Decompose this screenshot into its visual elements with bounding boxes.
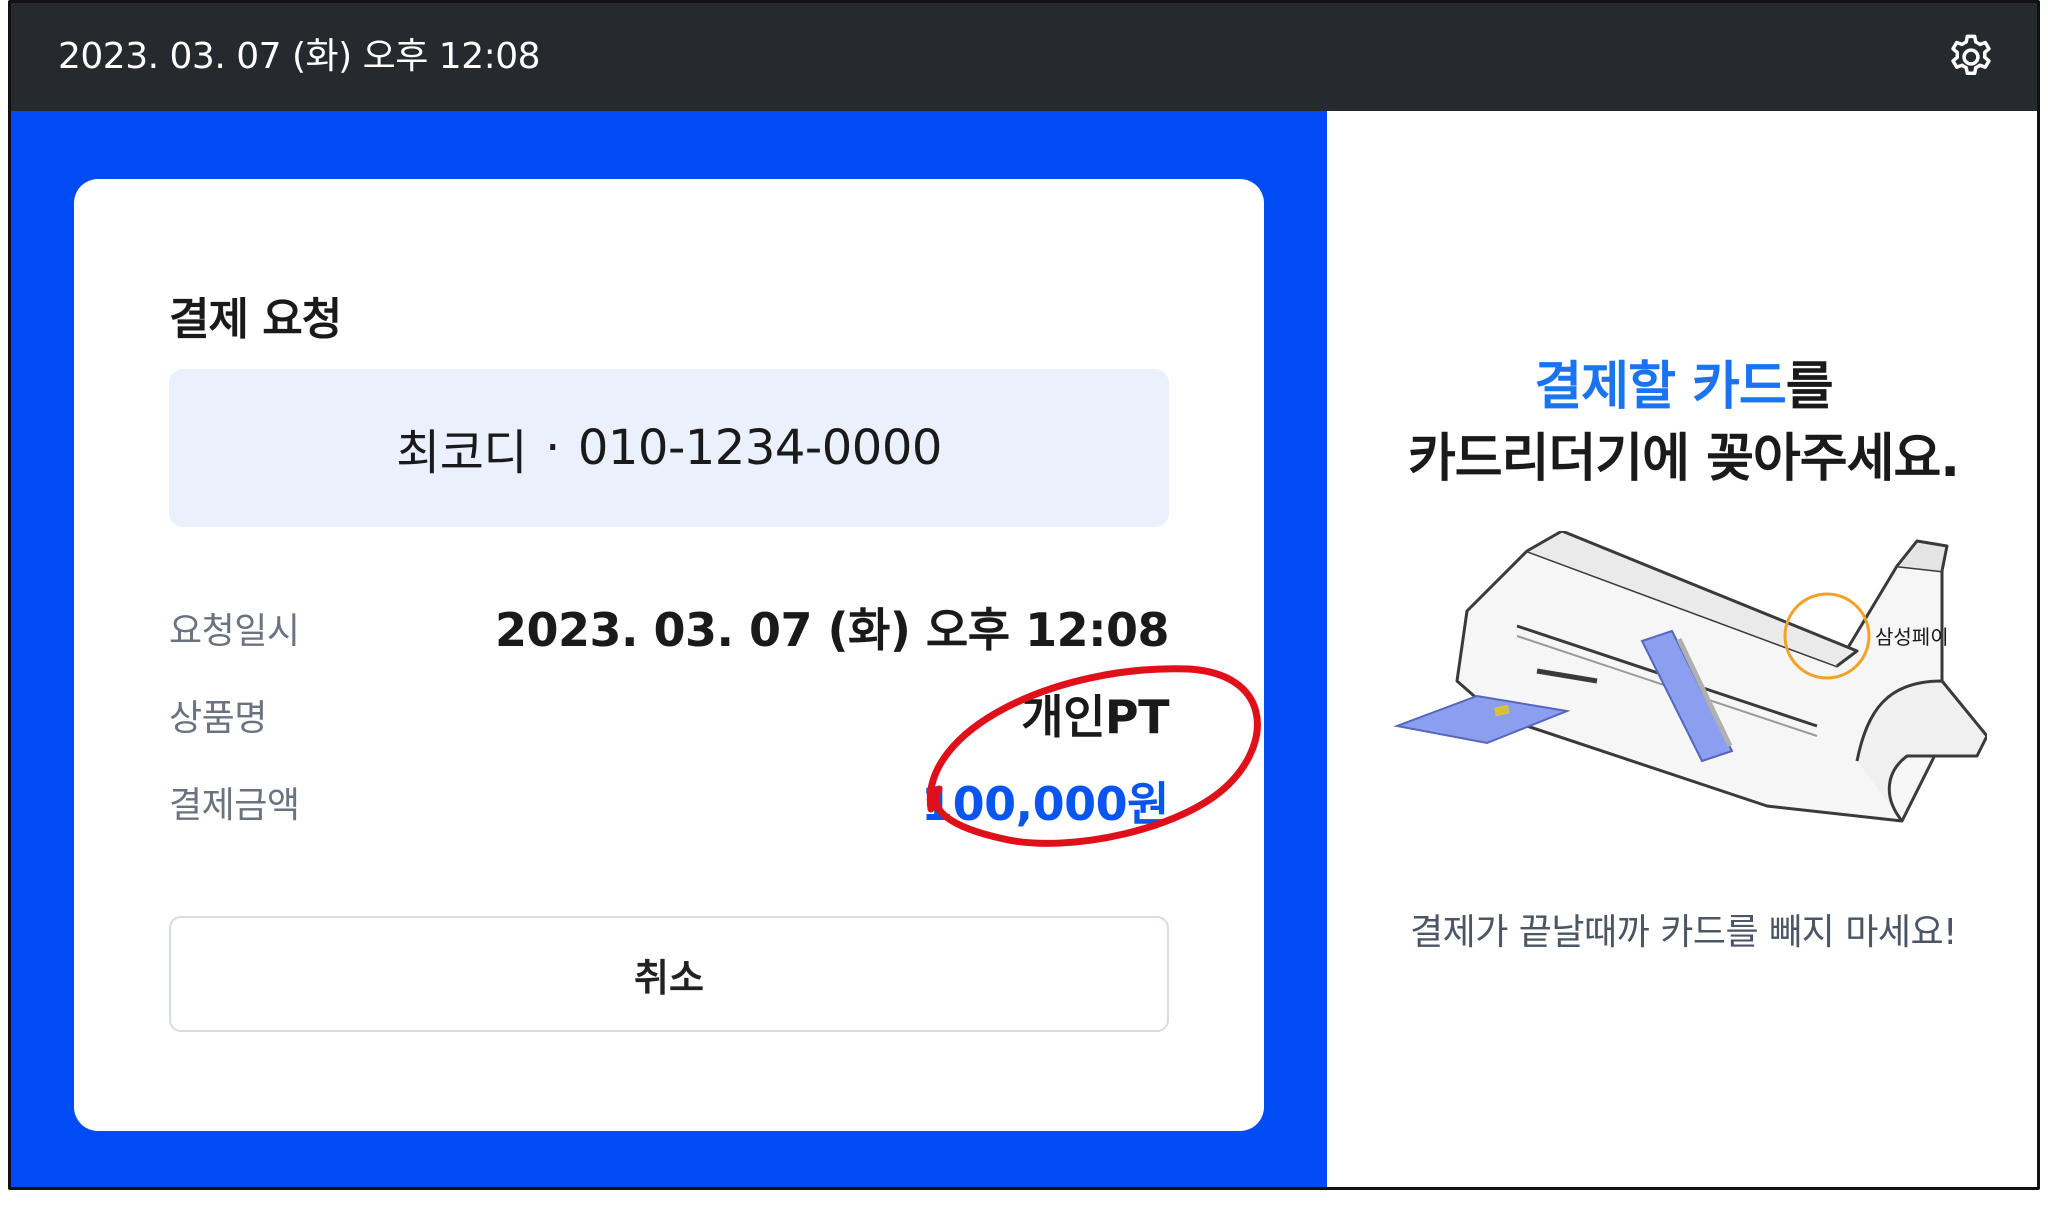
instruction-highlight: 결제할 카드 [1534, 357, 1786, 417]
top-bar: 2023. 03. 07 (화) 오후 12:08 [11, 3, 2037, 111]
customer-separator: · [545, 420, 560, 476]
payment-request-pane: 결제 요청 최코디 · 010-1234-0000 요청일시 2023. 03.… [11, 111, 1327, 1187]
insert-card-instruction: 결제할 카드를 카드리더기에 꽂아주세요. [1327, 351, 2037, 495]
payment-screen: 2023. 03. 07 (화) 오후 12:08 결제 요청 최코디 · 01… [8, 0, 2040, 1190]
instruction-line2: 카드리더기에 꽂아주세요. [1407, 429, 1960, 489]
request-datetime-value: 2023. 03. 07 (화) 오후 12:08 [494, 603, 1170, 657]
product-name-row: 상품명 개인PT [169, 681, 1169, 744]
topbar-datetime: 2023. 03. 07 (화) 오후 12:08 [58, 36, 541, 77]
product-name-label: 상품명 [169, 698, 267, 739]
samsung-pay-label: 삼성페이 [1875, 625, 1949, 649]
card-reader-illustration: 삼성페이 [1393, 531, 1987, 823]
payment-amount-label: 결제금액 [169, 785, 300, 826]
card-insert-pane: 결제할 카드를 카드리더기에 꽂아주세요. 삼성페이 결제가 끝날때까 카드를 … [1327, 111, 2037, 1187]
payment-amount-value: 100,000원 [921, 777, 1169, 831]
customer-phone: 010-1234-0000 [577, 420, 943, 476]
request-datetime-label: 요청일시 [169, 611, 300, 652]
cancel-button[interactable]: 취소 [169, 916, 1169, 1032]
gear-icon[interactable] [1945, 31, 1997, 83]
customer-info-box: 최코디 · 010-1234-0000 [169, 369, 1169, 527]
card-title: 결제 요청 [169, 294, 342, 345]
request-datetime-row: 요청일시 2023. 03. 07 (화) 오후 12:08 [169, 594, 1170, 657]
instruction-line1-rest: 를 [1785, 357, 1834, 417]
do-not-remove-warning: 결제가 끝날때까 카드를 빼지 마세요! [1409, 912, 1958, 953]
product-name-value: 개인PT [1021, 690, 1169, 744]
payment-request-card: 결제 요청 최코디 · 010-1234-0000 요청일시 2023. 03.… [74, 179, 1264, 1131]
payment-amount-row: 결제금액 100,000원 [169, 768, 1169, 831]
customer-name: 최코디 [396, 425, 528, 481]
